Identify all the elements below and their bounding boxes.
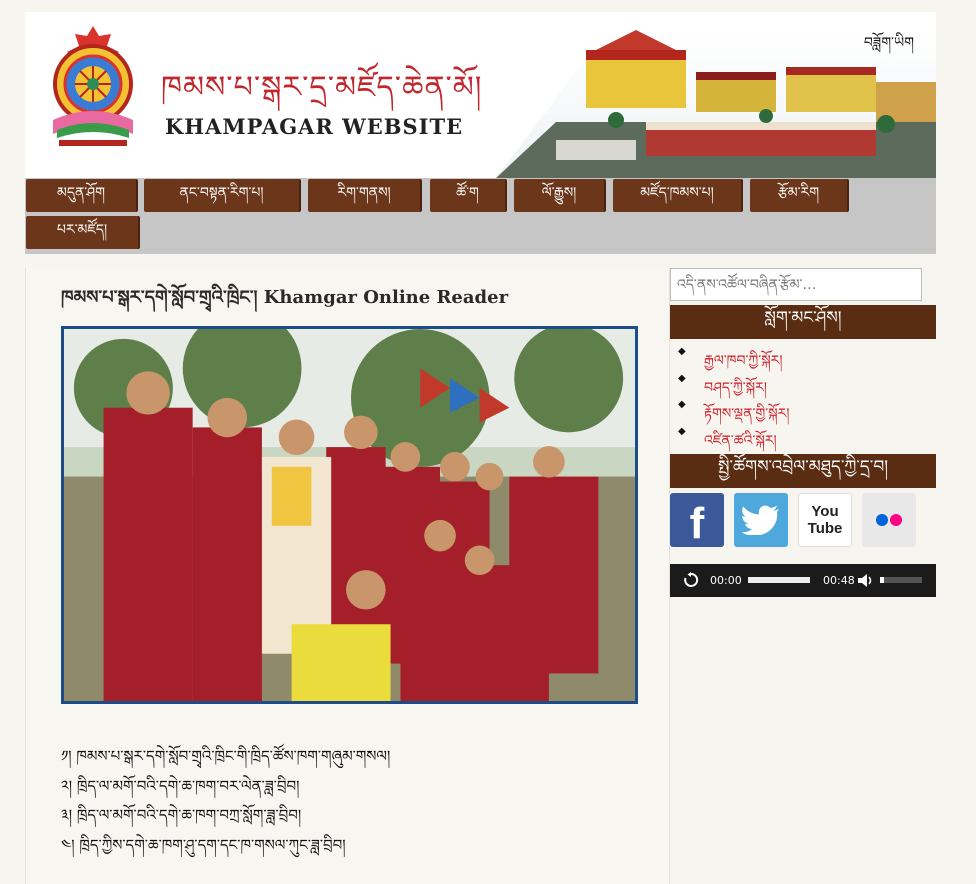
facebook-label: f: [689, 499, 705, 548]
nav-item-treasury[interactable]: མཛོད་ཁམས་པ།: [613, 179, 743, 212]
site-header: ཁམས་པ་སྒར་དྲ་མཛོད་ཆེན་མོ། KHAMPAGAR WEBS…: [25, 12, 936, 178]
flickr-dots-icon: [876, 514, 902, 526]
nav-item-home[interactable]: མདུན་ཤོག: [26, 179, 138, 212]
language-switch-link[interactable]: བཟློག་ཡིག: [864, 26, 914, 66]
list-item[interactable]: ༡། ཁམས་པ་སྒར་དགེ་སློབ་གྲྭའི་ཁྲིང་གི་ཁྲིད…: [61, 742, 390, 772]
flickr-icon[interactable]: [862, 493, 916, 547]
facebook-icon[interactable]: f: [670, 493, 724, 548]
site-title-english: KHAMPAGAR WEBSITE: [165, 114, 464, 139]
volume-fill: [880, 577, 885, 583]
nav-item-gallery[interactable]: པར་མཛོད།: [26, 216, 140, 249]
page-title: ཁམས་པ་སྒར་དགེ་སློབ་གྲྭའི་ཁྲིང་། Khamgar …: [61, 287, 509, 308]
nav-item-literature[interactable]: རྩོམ་རིག: [750, 179, 849, 212]
search-input[interactable]: [670, 268, 922, 301]
replay-icon[interactable]: [683, 572, 699, 588]
youtube-icon[interactable]: You Tube: [798, 493, 852, 547]
volume-slider[interactable]: [880, 577, 922, 583]
list-item[interactable]: ༢། ཁྲིད་ལ་མགོ་བའི་དགེ་ཆ་ཁག་བར་ལེན་ཟླ་བྲི…: [61, 772, 390, 802]
sidebar-link[interactable]: བཤད་ཀྱི་སྐོར།: [678, 371, 789, 398]
sidebar-link[interactable]: རྟོགས་ལྡན་གྱི་སྐོར།: [678, 397, 789, 424]
volume-icon[interactable]: [858, 573, 874, 588]
twitter-icon[interactable]: [734, 493, 788, 547]
popular-widget-title: སློག་མང་ཤོས།: [670, 305, 936, 339]
monks-group-photo: [61, 326, 638, 704]
audio-current-time: 00:00: [710, 574, 742, 587]
nav-item-history[interactable]: ལོ་རྒྱུས།: [514, 179, 606, 212]
audio-progress-bar[interactable]: [748, 577, 810, 583]
nav-item-culture[interactable]: རིག་གནས།: [308, 179, 422, 212]
youtube-label: You Tube: [807, 503, 843, 537]
reader-list: ༡། ཁམས་པ་སྒར་དགེ་སློབ་གྲྭའི་ཁྲིང་གི་ཁྲིད…: [61, 742, 390, 860]
audio-player: 00:00 00:48: [670, 564, 936, 597]
twitter-bird-icon: [742, 505, 779, 535]
main-content: ཁམས་པ་སྒར་དགེ་སློབ་གྲྭའི་ཁྲིང་། Khamgar …: [25, 268, 670, 884]
list-item[interactable]: ༣། ཁྲིད་ལ་མགོ་བའི་དགེ་ཆ་ཁག་བཀྲ་སློག་ཟླ་བ…: [61, 801, 390, 831]
list-item[interactable]: ༤། ཁྲིད་ཀྱིས་དགེ་ཆ་ཁག་ཤུ་དག་དང་ཁ་གསལ་ཀུང…: [61, 831, 390, 861]
sidebar-link[interactable]: རྒྱལ་ཁབ་ཀྱི་སྐོར།: [678, 344, 789, 371]
audio-duration: 00:48: [823, 574, 855, 587]
nav-item-buddhism[interactable]: ནང་བསྟན་རིག་པ།: [144, 179, 301, 212]
main-navigation: མདུན་ཤོག ནང་བསྟན་རིག་པ། རིག་གནས། ཚོ་ག ལོ…: [25, 178, 936, 254]
popular-links-list: རྒྱལ་ཁབ་ཀྱི་སྐོར། བཤད་ཀྱི་སྐོར། རྟོགས་ལྡ…: [678, 344, 789, 450]
nav-item-ritual[interactable]: ཚོ་ག: [430, 179, 507, 212]
social-widget-title: སྤྱི་ཚོགས་འབྲེལ་མཐུད་ཀྱི་དྲ་བ།: [670, 454, 936, 488]
monastery-emblem-icon: [53, 26, 133, 146]
